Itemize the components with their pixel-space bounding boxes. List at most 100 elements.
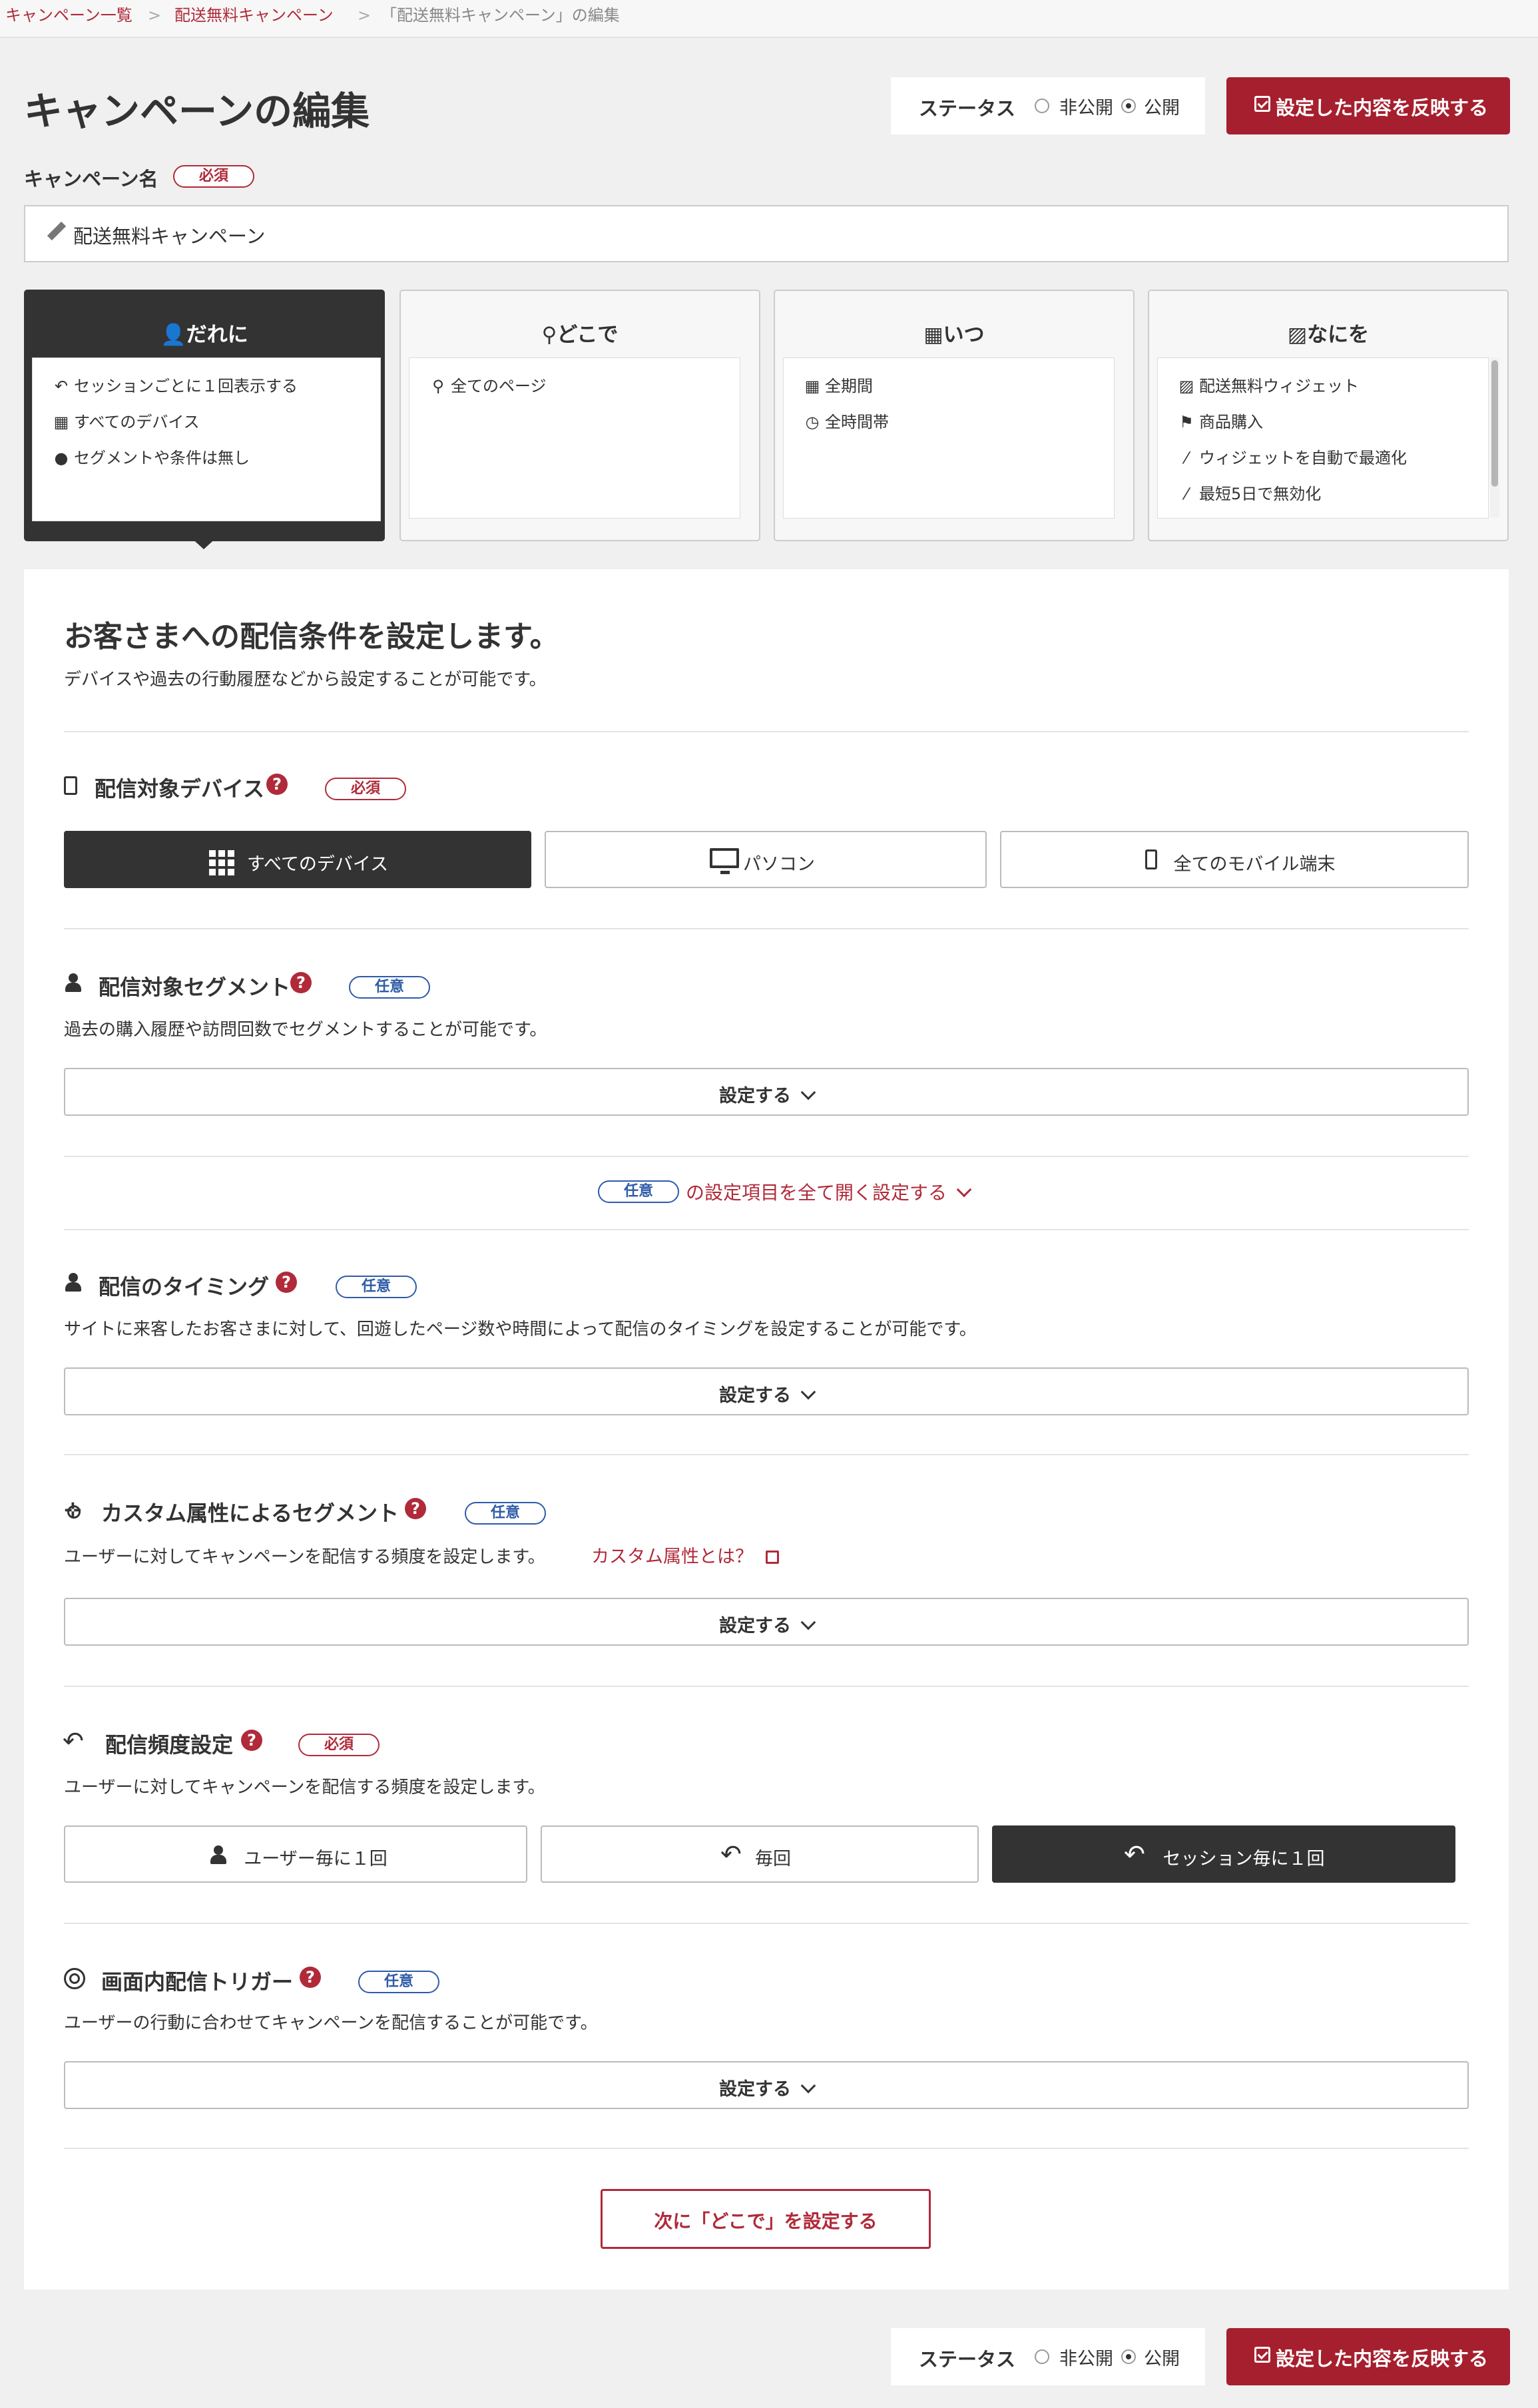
- custom-set-button[interactable]: 設定する: [64, 1598, 1469, 1646]
- magic-wand-icon: ⁄: [1184, 449, 1188, 467]
- custom-attribute-help-link[interactable]: カスタム属性とは？: [591, 1542, 779, 1568]
- campaign-name-label: キャンペーン名: [24, 168, 158, 190]
- device-title: 配信対象デバイス: [95, 776, 265, 802]
- status-public-label[interactable]: 公開: [1144, 2344, 1180, 2370]
- chevron-down-icon: [956, 1182, 972, 1198]
- tab-what-title: ▨なにを: [1287, 323, 1370, 347]
- chevron-down-icon: [800, 1384, 816, 1400]
- list-item: ◷ 全時間帯: [804, 409, 889, 432]
- status-public-label[interactable]: 公開: [1144, 93, 1180, 119]
- section-main-subtitle: デバイスや過去の行動履歴などから設定することが可能です。: [64, 670, 547, 690]
- help-icon[interactable]: ?: [276, 1272, 297, 1293]
- divider: [64, 928, 1469, 929]
- help-icon[interactable]: ?: [405, 1498, 426, 1519]
- divider: [64, 731, 1469, 732]
- optional-badge: 任意: [465, 1502, 546, 1525]
- image-icon: ▨: [1287, 323, 1308, 347]
- help-icon[interactable]: ?: [241, 1730, 262, 1751]
- clock-icon: ◷: [805, 413, 820, 431]
- tab-when-summary: ▦ 全期間 ◷ 全時間帯: [783, 358, 1115, 519]
- list-item: ▨ 配送無料ウィジェット: [1178, 377, 1359, 395]
- tab-what-scrollbar[interactable]: [1490, 358, 1499, 517]
- user-icon: [64, 973, 83, 992]
- required-badge: 必須: [173, 165, 254, 188]
- status-label: ステータス: [919, 97, 1016, 120]
- magic-wand-icon: ⁄: [1184, 485, 1188, 503]
- help-icon[interactable]: ?: [300, 1967, 321, 1988]
- divider: [64, 1156, 1469, 1157]
- trigger-title: 画面内配信トリガー: [101, 1969, 294, 1995]
- active-tab-pointer: [189, 536, 218, 549]
- crosshairs-icon: [64, 1498, 84, 1523]
- tab-where[interactable]: ⚲どこで ⚲ 全てのページ: [399, 290, 760, 541]
- expand-all-link[interactable]: の設定項目を全て開く設定する: [686, 1178, 972, 1205]
- device-all-button[interactable]: すべてのデバイス: [64, 831, 531, 888]
- campaign-name-input[interactable]: 配送無料キャンペーン: [24, 205, 1509, 262]
- help-icon[interactable]: ?: [290, 972, 312, 993]
- tab-who[interactable]: 👤だれに ↶ セッションごとに１回表示する ▦ すべてのデバイス ● セグメントや条件…: [24, 290, 385, 541]
- apply-button-label: 設定した内容を反映する: [1276, 2347, 1489, 2370]
- divider: [64, 1686, 1469, 1687]
- help-icon[interactable]: ?: [266, 774, 288, 795]
- list-item: ↶ セッションごとに１回表示する: [53, 373, 298, 396]
- optional-badge: 任意: [336, 1276, 417, 1298]
- breadcrumb-campaign-list[interactable]: キャンペーン一覧: [5, 4, 132, 27]
- reply-all-icon: ↶: [63, 1726, 84, 1756]
- timing-title: 配信のタイミング: [99, 1274, 270, 1300]
- user-icon: ●: [54, 449, 69, 467]
- frequency-per-session-label: セッション毎に１回: [1162, 1849, 1325, 1869]
- frequency-every-label: 毎回: [755, 1849, 791, 1869]
- status-private-radio[interactable]: [1035, 2349, 1049, 2364]
- campaign-name-value: 配送無料キャンペーン: [73, 225, 266, 248]
- frequency-desc: ユーザーに対してキャンペーンを配信する頻度を設定します。: [64, 1778, 545, 1798]
- trigger-desc: ユーザーの行動に合わせてキャンペーンを配信することが可能です。: [64, 2013, 598, 2033]
- status-public-radio[interactable]: [1121, 99, 1136, 113]
- optional-badge: 任意: [349, 976, 430, 999]
- bullseye-icon: [64, 1968, 85, 1989]
- footer-apply-button[interactable]: 設定した内容を反映する: [1226, 2328, 1510, 2385]
- apply-button-label: 設定した内容を反映する: [1276, 97, 1489, 119]
- breadcrumb-separator: >: [148, 6, 162, 25]
- user-icon: [64, 1273, 83, 1292]
- frequency-per-session-button[interactable]: ↶ セッション毎に１回: [992, 1825, 1455, 1883]
- map-marker-icon: ⚲: [432, 377, 444, 395]
- tablet-icon: [64, 776, 77, 795]
- tab-who-summary: ↶ セッションごとに１回表示する ▦ すべてのデバイス ● セグメントや条件は無し: [32, 358, 381, 521]
- tab-where-title: ⚲どこで: [541, 323, 619, 347]
- required-badge: 必須: [298, 1734, 380, 1756]
- next-step-button[interactable]: 次に「どこで」を設定する: [601, 2189, 931, 2249]
- segment-set-button[interactable]: 設定する: [64, 1068, 1469, 1116]
- tab-when-title: ▦いつ: [923, 323, 985, 347]
- tab-who-title: 👤だれに: [160, 323, 248, 347]
- status-private-label[interactable]: 非公開: [1059, 93, 1113, 119]
- image-icon: ▨: [1178, 377, 1194, 395]
- timing-set-button[interactable]: 設定する: [64, 1367, 1469, 1415]
- check-square-icon: [1254, 96, 1270, 112]
- device-pc-label: パソコン: [743, 854, 815, 875]
- status-label: ステータス: [919, 2348, 1016, 2371]
- map-marker-icon: ⚲: [541, 323, 557, 347]
- section-main-title: お客さまへの配信条件を設定します。: [64, 620, 559, 654]
- status-private-label[interactable]: 非公開: [1059, 2344, 1113, 2370]
- tab-when[interactable]: ▦いつ ▦ 全期間 ◷ 全時間帯: [774, 290, 1135, 541]
- divider: [64, 1454, 1469, 1455]
- breadcrumb-separator: >: [358, 6, 372, 25]
- breadcrumb: キャンペーン一覧 > 配送無料キャンペーン > 「配送無料キャンペーン」の編集: [0, 0, 1538, 38]
- pencil-icon: [47, 221, 67, 241]
- divider: [64, 2148, 1469, 2149]
- apply-button[interactable]: 設定した内容を反映する: [1226, 77, 1510, 134]
- trigger-set-button[interactable]: 設定する: [64, 2061, 1469, 2109]
- frequency-per-user-button[interactable]: ユーザー毎に１回: [64, 1825, 527, 1883]
- tab-what[interactable]: ▨なにを ▨ 配送無料ウィジェット ⚑ 商品購入 ⁄ ウィジェットを自動で最適化 ⁄ 最…: [1148, 290, 1509, 541]
- status-public-radio[interactable]: [1121, 2349, 1136, 2364]
- device-mobile-button[interactable]: 全てのモバイル端末: [1000, 831, 1469, 888]
- optional-badge: 任意: [358, 1971, 439, 1993]
- frequency-every-button[interactable]: ↶ 毎回: [541, 1825, 979, 1883]
- device-pc-button[interactable]: パソコン: [545, 831, 987, 888]
- status-private-radio[interactable]: [1035, 99, 1049, 113]
- grid-icon: ▦: [53, 413, 69, 431]
- breadcrumb-campaign[interactable]: 配送無料キャンペーン: [174, 4, 334, 27]
- timing-desc: サイトに来客したお客さまに対して、回遊したページ数や時間によって配信のタイミング…: [64, 1320, 977, 1339]
- tab-where-summary: ⚲ 全てのページ: [409, 358, 740, 519]
- status-selector: ステータス 非公開 公開: [891, 77, 1205, 134]
